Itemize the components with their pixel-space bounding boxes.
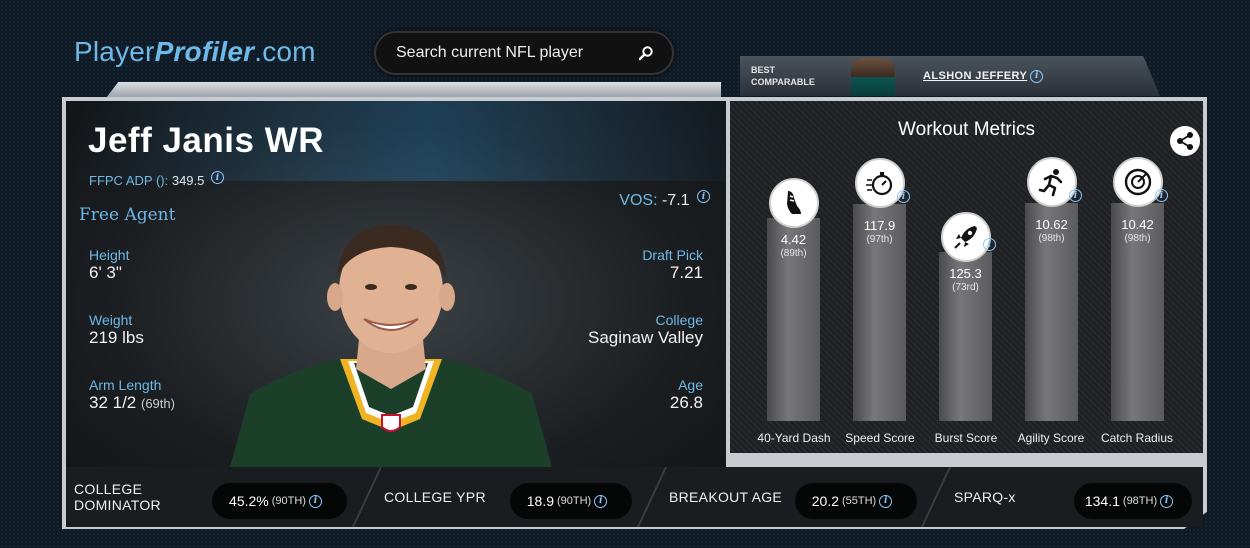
vos-label: VOS: [619,191,658,209]
info-icon[interactable]: i [879,494,893,508]
metric-40-yard-dash: 4.42 (89th) [767,178,820,421]
draft-pick-stat: Draft Pick 7.21 [642,247,703,282]
metric-bar: 10.42 (98th) [1111,203,1164,421]
metric-catch-radius: 10.42 (98th) i [1111,157,1168,421]
best-comparable-panel: BEST COMPARABLE ALSHON JEFFERY i [740,56,1160,96]
metric-bar: 4.42 (89th) [767,218,820,421]
best-comparable-link[interactable]: ALSHON JEFFERY [923,70,1027,82]
info-icon[interactable]: i [983,238,996,251]
info-icon[interactable]: i [594,494,608,508]
team-status: Free Agent [79,205,176,225]
college-stats-bar: COLLEGE DOMINATOR 45.2% (90TH) i COLLEGE YP… [66,467,1203,527]
metric-bar: 117.9 (97th) [853,204,906,421]
site-logo[interactable]: PlayerProfiler.com [74,36,316,68]
info-icon[interactable]: i [1160,494,1174,508]
divider [352,467,382,527]
sparq-x-label: SPARQ-x [954,489,1016,505]
player-search-input[interactable]: Search current NFL player [374,31,674,75]
vos-value: -7.1 [661,191,690,209]
best-comparable-label: BEST COMPARABLE [751,65,815,87]
divider [637,467,667,527]
info-icon[interactable]: i [897,190,910,203]
share-button[interactable] [1170,126,1200,156]
running-shoe-icon [769,178,819,228]
player-photo [230,225,552,467]
vos-line: VOS: -7.1 i [619,190,710,210]
logo-text-bold: Profiler [154,36,255,67]
player-name: Jeff Janis WR [88,121,324,160]
breakout-age-value: 20.2 (55TH) i [795,483,917,519]
info-icon[interactable]: i [1155,189,1168,202]
metric-label: Catch Radius [1100,431,1174,445]
college-dominator-label: COLLEGE DOMINATOR [74,481,161,513]
share-icon [1177,132,1193,150]
age-stat: Age 26.8 [669,377,703,412]
adp-line: FFPC ADP (): 349.5 i [89,171,225,188]
info-icon[interactable]: i [308,494,322,508]
weight-stat: Weight 219 lbs [89,312,144,347]
comparable-player-avatar [851,58,895,96]
logo-text-light: Player [74,36,155,67]
metric-label: 40-Yard Dash [757,431,831,445]
metric-speed-score: 117.9 (97th) i [853,158,910,421]
divider [921,467,951,527]
breakout-age-label: BREAKOUT AGE [669,489,783,505]
metric-bar: 10.62 (98th) [1025,203,1078,421]
metric-agility-score: 10.62 (98th) i [1025,157,1082,421]
info-icon[interactable]: i [211,171,225,184]
rocket-icon [941,212,991,262]
player-card: Jeff Janis WR FFPC ADP (): 349.5 i Free … [66,101,726,467]
info-icon[interactable]: i [1069,189,1082,202]
metric-bar: 125.3 (73rd) [939,252,992,421]
search-placeholder: Search current NFL player [396,44,584,61]
arm-length-stat: Arm Length 32 1/2 (69th) [89,377,175,412]
college-ypr-value: 18.9 (90TH) i [510,483,632,519]
college-dominator-value: 45.2% (90TH) i [212,483,347,519]
info-icon[interactable]: i [1030,69,1044,83]
sparq-x-value: 134.1 (98TH) i [1074,483,1192,519]
college-ypr-label: COLLEGE YPR [384,489,486,505]
workout-metrics-panel: Workout Metrics 4.42 (89th) 117.9 (97th)… [730,101,1203,453]
height-stat: Height 6' 3" [89,247,130,282]
metric-label: Agility Score [1017,431,1085,445]
workout-metrics-title: Workout Metrics [898,119,1035,140]
search-icon[interactable] [638,45,654,61]
college-stat: College Saginaw Valley [588,312,703,347]
info-icon[interactable]: i [697,190,710,203]
logo-text-suffix: .com [254,36,316,67]
adp-label: FFPC ADP (): [89,172,169,188]
adp-value: 349.5 [171,172,205,188]
header-accent-strip [106,82,721,98]
metric-burst-score: 125.3 (73rd) i [939,212,996,421]
metric-label: Speed Score [845,431,915,445]
